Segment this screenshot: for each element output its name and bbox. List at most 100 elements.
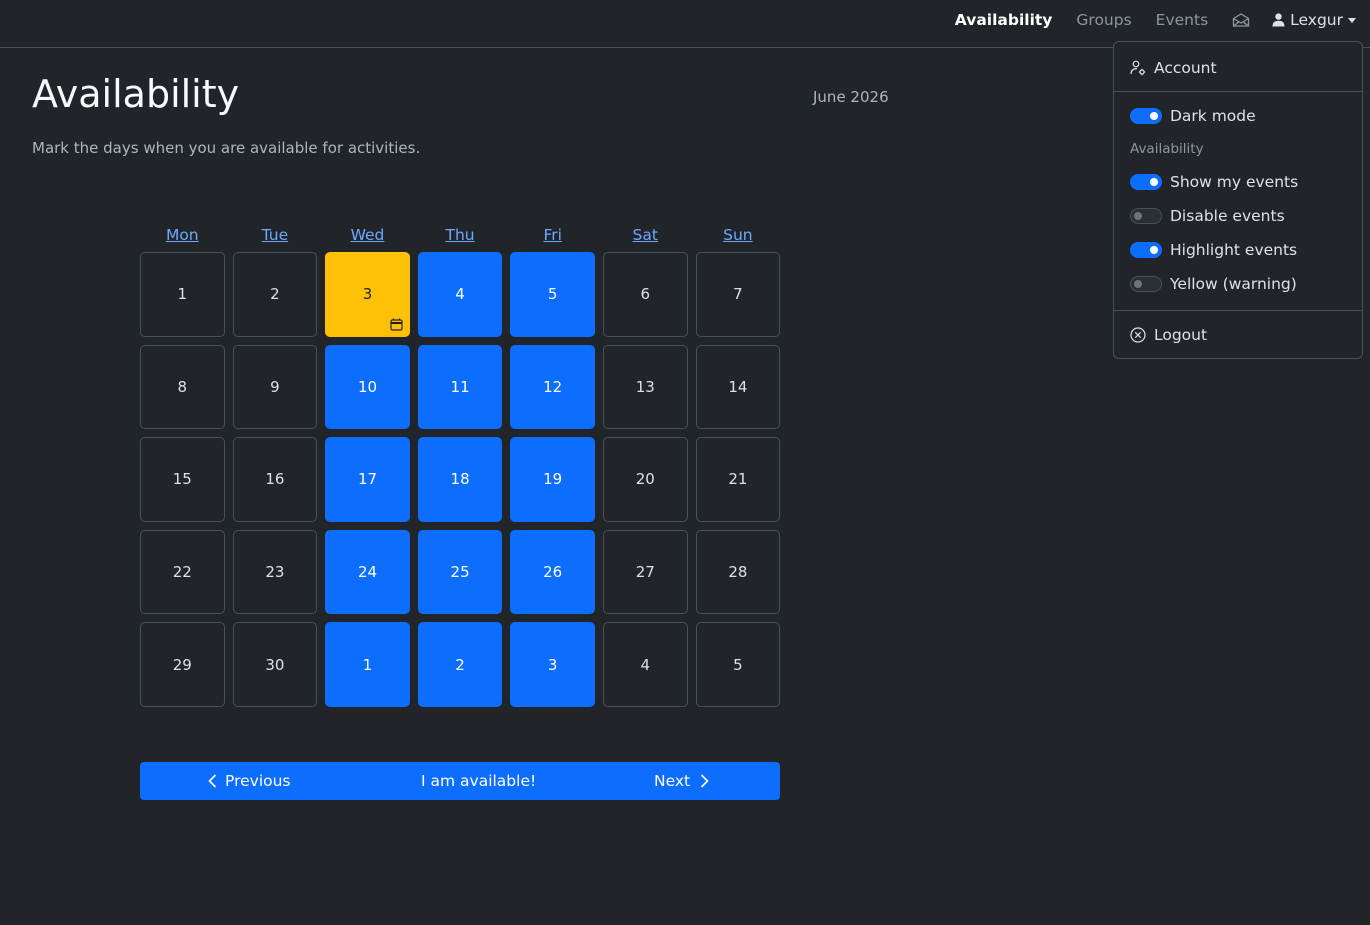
day-number: 15: [172, 470, 192, 489]
day-number: 5: [733, 655, 743, 674]
day-cell[interactable]: 4: [602, 622, 688, 707]
day-number: 6: [640, 285, 651, 304]
menu-divider: [1114, 91, 1362, 92]
day-number: 26: [543, 563, 563, 582]
person-gear-icon: [1130, 60, 1146, 76]
weekday-sat[interactable]: Sat: [603, 226, 688, 252]
day-number: 3: [547, 655, 558, 674]
day-cell[interactable]: 18: [417, 437, 503, 522]
i-am-available-button[interactable]: I am available!: [421, 762, 536, 800]
action-bar: Previous I am available! Next: [140, 762, 780, 800]
chevron-right-icon: [700, 774, 709, 788]
day-number: 22: [172, 563, 192, 582]
show-my-events-switch[interactable]: [1130, 174, 1162, 190]
yellow-warning-label: Yellow (warning): [1170, 275, 1297, 293]
menu-divider: [1114, 310, 1362, 311]
day-cell[interactable]: 1: [140, 252, 225, 337]
nav-events-link[interactable]: Events: [1156, 11, 1208, 29]
weekday-thu[interactable]: Thu: [418, 226, 503, 252]
day-cell[interactable]: 6: [602, 252, 688, 337]
day-cell[interactable]: 4: [417, 252, 503, 337]
day-number: 2: [270, 285, 280, 304]
day-number: 5: [547, 285, 558, 304]
weekday-fri[interactable]: Fri: [510, 226, 595, 252]
weekday-header: Mon Tue Wed Thu Fri Sat Sun: [140, 226, 780, 252]
dark-mode-toggle[interactable]: Dark mode: [1130, 104, 1256, 128]
day-number: 1: [177, 285, 188, 304]
day-cell[interactable]: 12: [510, 344, 595, 430]
dark-mode-switch[interactable]: [1130, 108, 1162, 124]
yellow-warning-toggle[interactable]: Yellow (warning): [1130, 272, 1297, 296]
yellow-warning-switch[interactable]: [1130, 276, 1162, 292]
day-number: 25: [450, 563, 470, 582]
day-cell[interactable]: 14: [695, 344, 781, 430]
day-cell[interactable]: 23: [232, 529, 318, 615]
day-number: 18: [450, 470, 470, 489]
day-cell[interactable]: 5: [695, 622, 781, 707]
day-cell[interactable]: 16: [232, 437, 318, 522]
chevron-left-icon: [208, 774, 217, 788]
day-cell[interactable]: 5: [510, 252, 595, 337]
day-number: 8: [177, 377, 188, 396]
day-cell[interactable]: 26: [510, 529, 595, 615]
day-cell[interactable]: 19: [510, 437, 595, 522]
disable-events-toggle[interactable]: Disable events: [1130, 204, 1285, 228]
day-number: 2: [455, 655, 465, 674]
person-icon: [1272, 13, 1285, 27]
day-cell[interactable]: 3: [510, 622, 595, 707]
day-cell[interactable]: 25: [417, 529, 503, 615]
nav-groups-link[interactable]: Groups: [1076, 11, 1131, 29]
day-cell[interactable]: 11: [417, 344, 503, 430]
day-cell[interactable]: 9: [232, 344, 318, 430]
calendar-grid: 1 2 3 4 5 6 7 8 9 10 11 12 13 14 15 16 17 18 19 20 21 22 23 24 2…: [140, 252, 781, 707]
weekday-sun[interactable]: Sun: [696, 226, 781, 252]
day-number: 29: [172, 655, 192, 674]
day-cell[interactable]: 10: [325, 344, 410, 430]
day-cell[interactable]: 29: [140, 622, 225, 707]
day-number: 21: [728, 470, 748, 489]
previous-button[interactable]: Previous: [208, 762, 291, 800]
day-cell[interactable]: 17: [325, 437, 410, 522]
next-button[interactable]: Next: [654, 762, 709, 800]
day-cell[interactable]: 8: [140, 344, 225, 430]
day-cell[interactable]: 27: [602, 529, 688, 615]
day-number: 17: [357, 470, 378, 489]
disable-events-switch[interactable]: [1130, 208, 1162, 224]
day-cell[interactable]: 28: [695, 529, 781, 615]
day-cell[interactable]: 2: [417, 622, 503, 707]
day-cell[interactable]: 2: [232, 252, 318, 337]
calendar: Mon Tue Wed Thu Fri Sat Sun 1 2 3 4 5 6 7 8 9 10 11 12 13 1…: [140, 226, 781, 707]
day-cell[interactable]: 20: [602, 437, 688, 522]
day-number: 27: [635, 563, 655, 582]
day-number: 20: [635, 470, 655, 489]
day-number: 13: [635, 377, 655, 396]
logout-label: Logout: [1154, 326, 1208, 344]
weekday-wed[interactable]: Wed: [325, 226, 410, 252]
day-number: 19: [543, 470, 563, 489]
day-number: 28: [728, 563, 748, 582]
day-number: 24: [357, 563, 378, 582]
day-cell[interactable]: 13: [602, 344, 688, 430]
account-menu-item[interactable]: Account: [1130, 56, 1217, 80]
day-cell[interactable]: 22: [140, 529, 225, 615]
day-cell[interactable]: 1: [325, 622, 410, 707]
day-cell[interactable]: 3: [325, 252, 410, 337]
day-number: 1: [362, 655, 373, 674]
show-my-events-toggle[interactable]: Show my events: [1130, 170, 1298, 194]
nav-availability-link[interactable]: Availability: [955, 11, 1053, 29]
nav-items: Availability Groups Events Lexgur: [931, 0, 1356, 40]
day-cell[interactable]: 21: [695, 437, 781, 522]
highlight-events-toggle[interactable]: Highlight events: [1130, 238, 1297, 262]
day-cell[interactable]: 24: [325, 529, 410, 615]
weekday-mon[interactable]: Mon: [140, 226, 225, 252]
weekday-tue[interactable]: Tue: [233, 226, 318, 252]
envelope-icon[interactable]: [1232, 12, 1250, 28]
day-cell[interactable]: 15: [140, 437, 225, 522]
day-cell[interactable]: 30: [232, 622, 318, 707]
day-cell[interactable]: 7: [695, 252, 781, 337]
day-number: 4: [640, 655, 651, 674]
highlight-events-switch[interactable]: [1130, 242, 1162, 258]
logout-menu-item[interactable]: Logout: [1130, 323, 1207, 347]
user-menu-toggle[interactable]: Lexgur: [1272, 11, 1356, 29]
day-number: 12: [543, 377, 563, 396]
